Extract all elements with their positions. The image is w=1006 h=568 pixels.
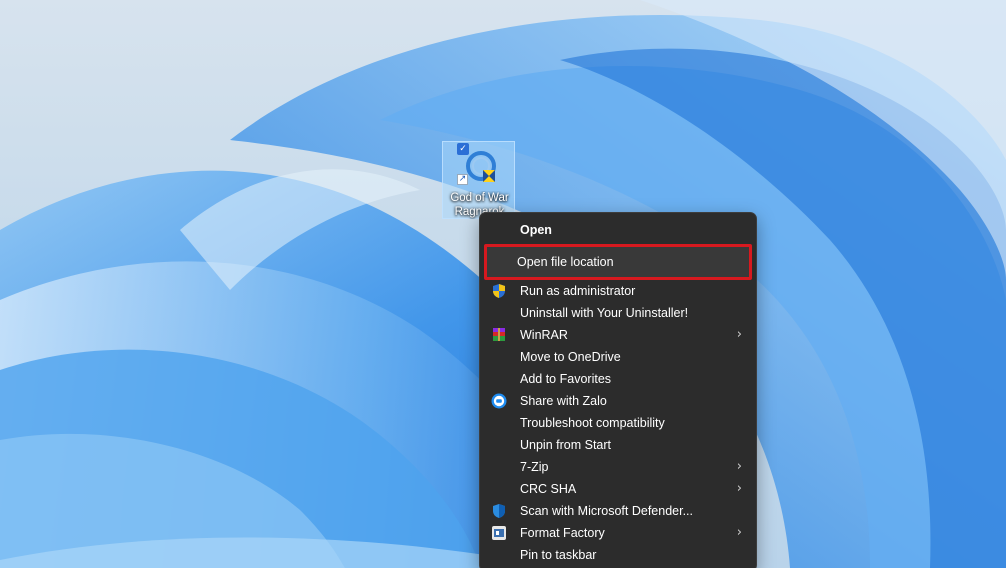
menu-item-pin-to-taskbar[interactable]: Pin to taskbar <box>484 544 752 566</box>
menu-item-7-zip[interactable]: 7-Zip › <box>484 456 752 478</box>
chevron-right-icon: › <box>736 459 742 474</box>
menu-item-label: Open file location <box>517 255 614 269</box>
desktop: ✓ ↗ God of War Ragnarok Open Open file l… <box>0 0 1006 568</box>
menu-item-label: Scan with Microsoft Defender... <box>520 504 693 518</box>
menu-item-scan-with-defender[interactable]: Scan with Microsoft Defender... <box>484 500 752 522</box>
menu-item-label: Open <box>520 223 552 237</box>
menu-item-uninstall[interactable]: Uninstall with Your Uninstaller! <box>484 302 752 324</box>
desktop-shortcut-god-of-war[interactable]: ✓ ↗ God of War Ragnarok <box>442 141 515 219</box>
format-factory-icon <box>492 526 506 540</box>
menu-item-label: CRC SHA <box>520 482 577 496</box>
zalo-icon <box>491 393 507 409</box>
menu-item-open-file-location[interactable]: Open file location <box>484 244 752 280</box>
winrar-icon <box>493 328 505 341</box>
chevron-right-icon: › <box>736 327 742 342</box>
menu-item-run-as-administrator[interactable]: Run as administrator <box>484 280 752 302</box>
menu-item-label: Move to OneDrive <box>520 350 621 364</box>
chevron-right-icon: › <box>736 481 742 496</box>
menu-item-label: Add to Favorites <box>520 372 612 386</box>
menu-item-label: Troubleshoot compatibility <box>520 416 665 430</box>
menu-item-move-to-onedrive[interactable]: Move to OneDrive <box>484 346 752 368</box>
shortcut-arrow-icon: ↗ <box>457 174 468 185</box>
menu-item-label: Uninstall with Your Uninstaller! <box>520 306 689 320</box>
menu-item-label: Pin to taskbar <box>520 548 597 562</box>
menu-item-crc-sha[interactable]: CRC SHA › <box>484 478 752 500</box>
menu-item-label: Format Factory <box>520 526 605 540</box>
defender-shield-icon <box>493 504 505 518</box>
menu-item-label: Unpin from Start <box>520 438 612 452</box>
menu-item-label: WinRAR <box>520 328 568 342</box>
chevron-right-icon: › <box>736 525 742 540</box>
menu-item-share-with-zalo[interactable]: Share with Zalo <box>484 390 752 412</box>
menu-item-open[interactable]: Open <box>484 218 752 242</box>
uac-shield-icon <box>493 284 505 298</box>
menu-item-troubleshoot-compatibility[interactable]: Troubleshoot compatibility <box>484 412 752 434</box>
menu-item-winrar[interactable]: WinRAR › <box>484 324 752 346</box>
menu-item-label: Run as administrator <box>520 284 636 298</box>
menu-item-format-factory[interactable]: Format Factory › <box>484 522 752 544</box>
menu-item-add-to-favorites[interactable]: Add to Favorites <box>484 368 752 390</box>
menu-item-unpin-from-start[interactable]: Unpin from Start <box>484 434 752 456</box>
context-menu: Open Open file location Run as administr… <box>479 212 757 568</box>
menu-item-label: 7-Zip <box>520 460 549 474</box>
menu-item-label: Share with Zalo <box>520 394 607 408</box>
